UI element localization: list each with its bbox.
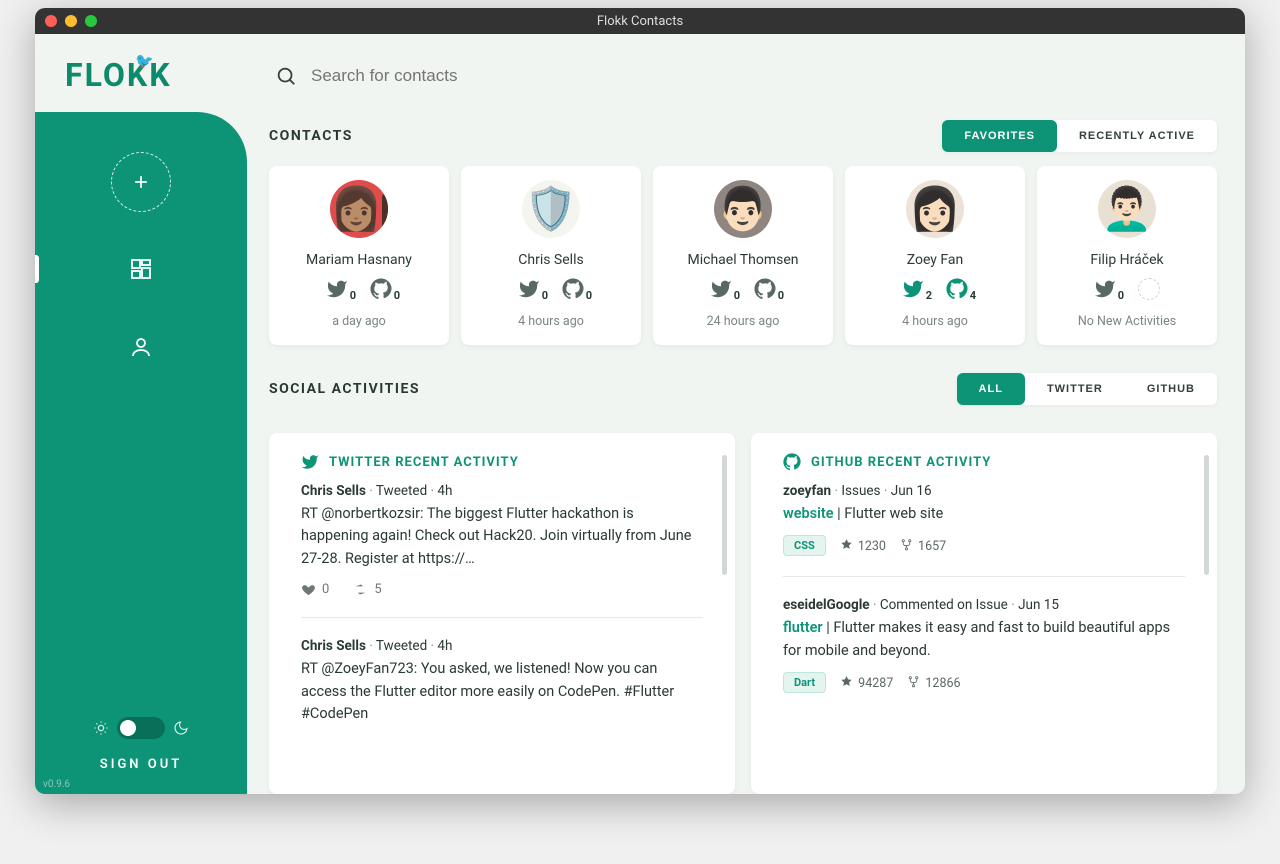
contact-card[interactable]: 👨🏻‍🦱 Filip Hráček 0 No New Activities bbox=[1037, 166, 1217, 345]
github-count: 4 bbox=[970, 289, 976, 302]
search-row bbox=[269, 34, 1217, 118]
nav-dashboard[interactable] bbox=[120, 248, 162, 290]
titlebar: Flokk Contacts bbox=[35, 8, 1245, 34]
version-label: v0.9.6 bbox=[43, 779, 70, 790]
twitter-count: 0 bbox=[734, 289, 740, 302]
github-icon bbox=[783, 453, 801, 471]
contact-name: Mariam Hasnany bbox=[306, 252, 412, 268]
moon-icon bbox=[173, 720, 189, 736]
scrollbar[interactable] bbox=[722, 455, 727, 575]
forks: 12866 bbox=[907, 675, 960, 691]
lang-badge: Dart bbox=[783, 672, 826, 693]
like-icon[interactable]: 0 bbox=[301, 582, 329, 597]
tweet-text: RT @norbertkozsir: The biggest Flutter h… bbox=[301, 503, 703, 570]
search-icon bbox=[275, 65, 297, 87]
theme-row bbox=[93, 717, 189, 739]
window-title: Flokk Contacts bbox=[35, 14, 1245, 29]
github-count: 0 bbox=[394, 289, 400, 302]
avatar: 🛡️ bbox=[522, 180, 580, 238]
contact-time: 4 hours ago bbox=[902, 314, 968, 329]
nav-profile[interactable] bbox=[120, 326, 162, 368]
tweet-text: RT @ZoeyFan723: You asked, we listened! … bbox=[301, 658, 703, 725]
contact-time: 24 hours ago bbox=[707, 314, 780, 329]
contact-time: a day ago bbox=[332, 314, 386, 329]
tab-favorites[interactable]: FAVORITES bbox=[942, 120, 1057, 152]
contact-card[interactable]: 🛡️ Chris Sells 0 0 4 hours ago bbox=[461, 166, 641, 345]
twitter-count: 2 bbox=[926, 289, 932, 302]
repo-link[interactable]: flutter bbox=[783, 619, 823, 636]
retweet-icon[interactable]: 5 bbox=[353, 582, 381, 597]
contact-card[interactable]: 👨🏻 Michael Thomsen 0 0 24 hours ago bbox=[653, 166, 833, 345]
github-count: 0 bbox=[586, 289, 592, 302]
contact-name: Michael Thomsen bbox=[687, 252, 798, 268]
contacts-tabs: FAVORITES RECENTLY ACTIVE bbox=[942, 120, 1217, 152]
bird-icon: 🐦 bbox=[135, 52, 154, 70]
avatar: 👨🏻‍🦱 bbox=[1098, 180, 1156, 238]
main-content: CONTACTS FAVORITES RECENTLY ACTIVE 👩🏽 Ma… bbox=[247, 34, 1245, 794]
contacts-row: 👩🏽 Mariam Hasnany 0 0 a day ago 🛡️ Chris… bbox=[269, 166, 1217, 345]
twitter-panel-title: TWITTER RECENT ACTIVITY bbox=[329, 455, 519, 470]
sun-icon bbox=[93, 720, 109, 736]
contacts-heading: CONTACTS bbox=[269, 128, 353, 144]
activities-tabs: ALL TWITTER GITHUB bbox=[957, 373, 1217, 405]
avatar: 👨🏻 bbox=[714, 180, 772, 238]
tab-all[interactable]: ALL bbox=[957, 373, 1025, 405]
stars: 94287 bbox=[840, 675, 893, 691]
contact-time: No New Activities bbox=[1078, 314, 1176, 329]
add-contact-button[interactable] bbox=[111, 152, 171, 212]
twitter-count: 0 bbox=[350, 289, 356, 302]
github-panel: GITHUB RECENT ACTIVITY zoeyfan · Issues … bbox=[751, 433, 1217, 794]
tab-github[interactable]: GITHUB bbox=[1125, 373, 1217, 405]
contact-name: Filip Hráček bbox=[1090, 252, 1163, 268]
contact-card[interactable]: 👩🏽 Mariam Hasnany 0 0 a day ago bbox=[269, 166, 449, 345]
lang-badge: CSS bbox=[783, 535, 826, 556]
contact-name: Chris Sells bbox=[518, 252, 583, 268]
tab-twitter[interactable]: TWITTER bbox=[1025, 373, 1125, 405]
logo-text: FLOKK bbox=[65, 56, 172, 94]
forks: 1657 bbox=[900, 538, 946, 554]
avatar: 👩🏽 bbox=[330, 180, 388, 238]
search-input[interactable] bbox=[311, 66, 711, 86]
contact-time: 4 hours ago bbox=[518, 314, 584, 329]
github-count: 0 bbox=[778, 289, 784, 302]
app-window: Flokk Contacts FLOKK 🐦 bbox=[35, 8, 1245, 794]
twitter-count: 0 bbox=[542, 289, 548, 302]
stars: 1230 bbox=[840, 538, 886, 554]
theme-toggle[interactable] bbox=[117, 717, 165, 739]
github-panel-title: GITHUB RECENT ACTIVITY bbox=[811, 455, 991, 470]
contact-name: Zoey Fan bbox=[907, 252, 964, 268]
twitter-icon bbox=[301, 453, 319, 471]
twitter-count: 0 bbox=[1118, 289, 1124, 302]
logo: FLOKK 🐦 bbox=[35, 34, 247, 112]
activities-heading: SOCIAL ACTIVITIES bbox=[269, 381, 420, 397]
sidebar: FLOKK 🐦 bbox=[35, 34, 247, 794]
avatar: 👩🏻 bbox=[906, 180, 964, 238]
contact-card[interactable]: 👩🏻 Zoey Fan 2 4 4 hours ago bbox=[845, 166, 1025, 345]
scrollbar[interactable] bbox=[1204, 455, 1209, 575]
tab-recently-active[interactable]: RECENTLY ACTIVE bbox=[1057, 120, 1217, 152]
github-missing bbox=[1138, 278, 1160, 300]
repo-link[interactable]: website bbox=[783, 505, 834, 522]
sign-out-button[interactable]: SIGN OUT bbox=[100, 757, 182, 772]
twitter-panel: TWITTER RECENT ACTIVITY Chris Sells · Tw… bbox=[269, 433, 735, 794]
